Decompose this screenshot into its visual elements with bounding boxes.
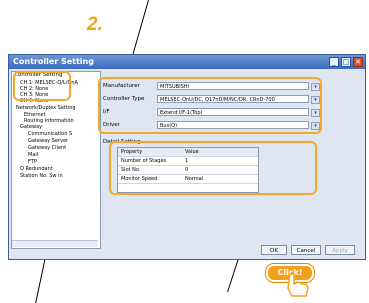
- tree-item-station-no[interactable]: Station No. Sw in: [20, 173, 63, 179]
- tree-item-ftp[interactable]: FTP: [28, 159, 37, 165]
- table-highlight-ring: [109, 141, 317, 195]
- tree-item-gateway-server[interactable]: Gateway Server: [28, 138, 68, 144]
- cancel-button[interactable]: Cancel: [291, 245, 321, 255]
- tree-item-communication[interactable]: Communication S: [28, 131, 72, 137]
- tree-item-mail[interactable]: Mail: [28, 152, 38, 158]
- form-highlight-ring: [98, 77, 322, 134]
- tree-item-gateway[interactable]: Gateway: [20, 124, 42, 130]
- controller-setting-window: Controller Setting _ □ ✕ Controller Sett…: [8, 54, 366, 260]
- tree-item-gateway-client[interactable]: Gateway Client: [28, 145, 66, 151]
- window-title: Controller Setting: [13, 57, 94, 66]
- maximize-button[interactable]: □: [341, 57, 351, 67]
- tree-item-network[interactable]: Network/Duplex Setting: [16, 105, 76, 111]
- pointing-hand-icon: [287, 273, 309, 297]
- tree-horizontal-scrollbar[interactable]: [12, 240, 98, 247]
- callout-2: 2.: [87, 14, 103, 35]
- apply-button[interactable]: Apply: [325, 245, 355, 255]
- ch-highlight-ring: [13, 71, 71, 101]
- tree-item-q-redundant[interactable]: Q Redundant: [20, 166, 53, 172]
- minimize-button[interactable]: _: [329, 57, 339, 67]
- ok-button[interactable]: OK: [261, 245, 287, 255]
- close-button[interactable]: ✕: [353, 57, 363, 67]
- window-titlebar: Controller Setting: [9, 55, 365, 69]
